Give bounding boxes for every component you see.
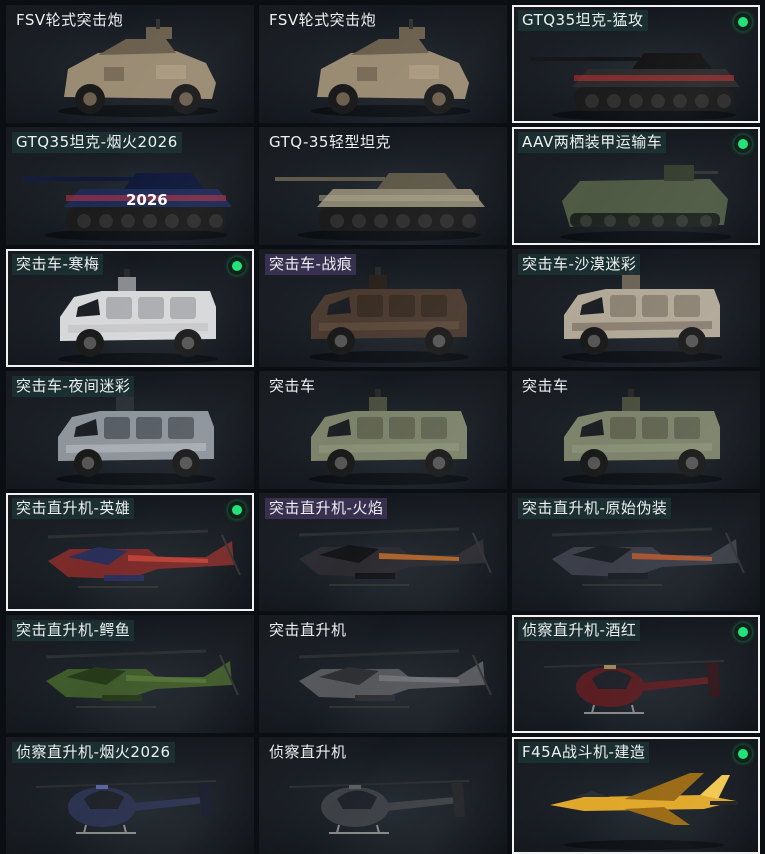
- vehicle-name: GTQ-35轻型坦克: [269, 133, 391, 151]
- equipped-indicator-icon: [228, 501, 246, 519]
- vehicle-card[interactable]: GTQ-35轻型坦克: [259, 127, 507, 245]
- equipped-indicator-icon: [734, 13, 752, 31]
- vehicle-card[interactable]: FSV轮式突击炮: [259, 5, 507, 123]
- vehicle-name: 突击车-战痕: [265, 254, 357, 275]
- vehicle-card[interactable]: 突击直升机-英雄: [6, 493, 254, 611]
- vehicle-card[interactable]: 突击直升机-原始伪装: [512, 493, 760, 611]
- vehicle-name: 突击直升机-英雄: [12, 498, 135, 519]
- vehicle-card[interactable]: 突击车: [512, 371, 760, 489]
- equipped-indicator-icon: [228, 257, 246, 275]
- vehicle-card[interactable]: GTQ35坦克-猛攻: [512, 5, 760, 123]
- vehicle-name: 突击直升机-火焰: [265, 498, 388, 519]
- vehicle-name: 突击车: [522, 377, 569, 395]
- vehicle-name: GTQ35坦克-烟火2026: [12, 132, 182, 153]
- svg-text:2026: 2026: [126, 191, 168, 209]
- vehicle-card[interactable]: 2026 GTQ35坦克-烟火2026: [6, 127, 254, 245]
- vehicle-name: 突击直升机: [269, 621, 347, 639]
- vehicle-name: 突击直升机-鳄鱼: [12, 620, 135, 641]
- vehicle-card[interactable]: 突击车-夜间迷彩: [6, 371, 254, 489]
- vehicle-card[interactable]: 突击车-寒梅: [6, 249, 254, 367]
- vehicle-name: 突击车-夜间迷彩: [12, 376, 135, 397]
- vehicle-card[interactable]: F45A战斗机-建造: [512, 737, 760, 854]
- vehicle-card[interactable]: 突击车-战痕: [259, 249, 507, 367]
- vehicle-card[interactable]: 突击直升机-火焰: [259, 493, 507, 611]
- vehicle-name: 侦察直升机-酒红: [518, 620, 641, 641]
- vehicle-name: 侦察直升机-烟火2026: [12, 742, 175, 763]
- vehicle-name: 突击直升机-原始伪装: [518, 498, 672, 519]
- equipped-indicator-icon: [734, 623, 752, 641]
- vehicle-card[interactable]: 突击直升机: [259, 615, 507, 733]
- vehicle-card[interactable]: 侦察直升机-烟火2026: [6, 737, 254, 854]
- vehicle-card[interactable]: FSV轮式突击炮: [6, 5, 254, 123]
- vehicle-name: 侦察直升机: [269, 743, 347, 761]
- vehicle-skin-grid: FSV轮式突击炮 FSV轮式突击炮 GTQ35坦克-猛攻 2026 GTQ35坦克-烟火…: [0, 0, 765, 854]
- vehicle-name: AAV两栖装甲运输车: [518, 132, 667, 153]
- vehicle-name: F45A战斗机-建造: [518, 742, 650, 763]
- vehicle-name: FSV轮式突击炮: [16, 11, 124, 29]
- vehicle-name: 突击车-寒梅: [12, 254, 104, 275]
- vehicle-card[interactable]: 突击车: [259, 371, 507, 489]
- vehicle-name: 突击车: [269, 377, 316, 395]
- vehicle-card[interactable]: 侦察直升机: [259, 737, 507, 854]
- vehicle-card[interactable]: 突击直升机-鳄鱼: [6, 615, 254, 733]
- vehicle-card[interactable]: 侦察直升机-酒红: [512, 615, 760, 733]
- vehicle-name: FSV轮式突击炮: [269, 11, 377, 29]
- vehicle-name: 突击车-沙漠迷彩: [518, 254, 641, 275]
- vehicle-card[interactable]: 突击车-沙漠迷彩: [512, 249, 760, 367]
- equipped-indicator-icon: [734, 135, 752, 153]
- vehicle-name: GTQ35坦克-猛攻: [518, 10, 648, 31]
- vehicle-card[interactable]: AAV两栖装甲运输车: [512, 127, 760, 245]
- equipped-indicator-icon: [734, 745, 752, 763]
